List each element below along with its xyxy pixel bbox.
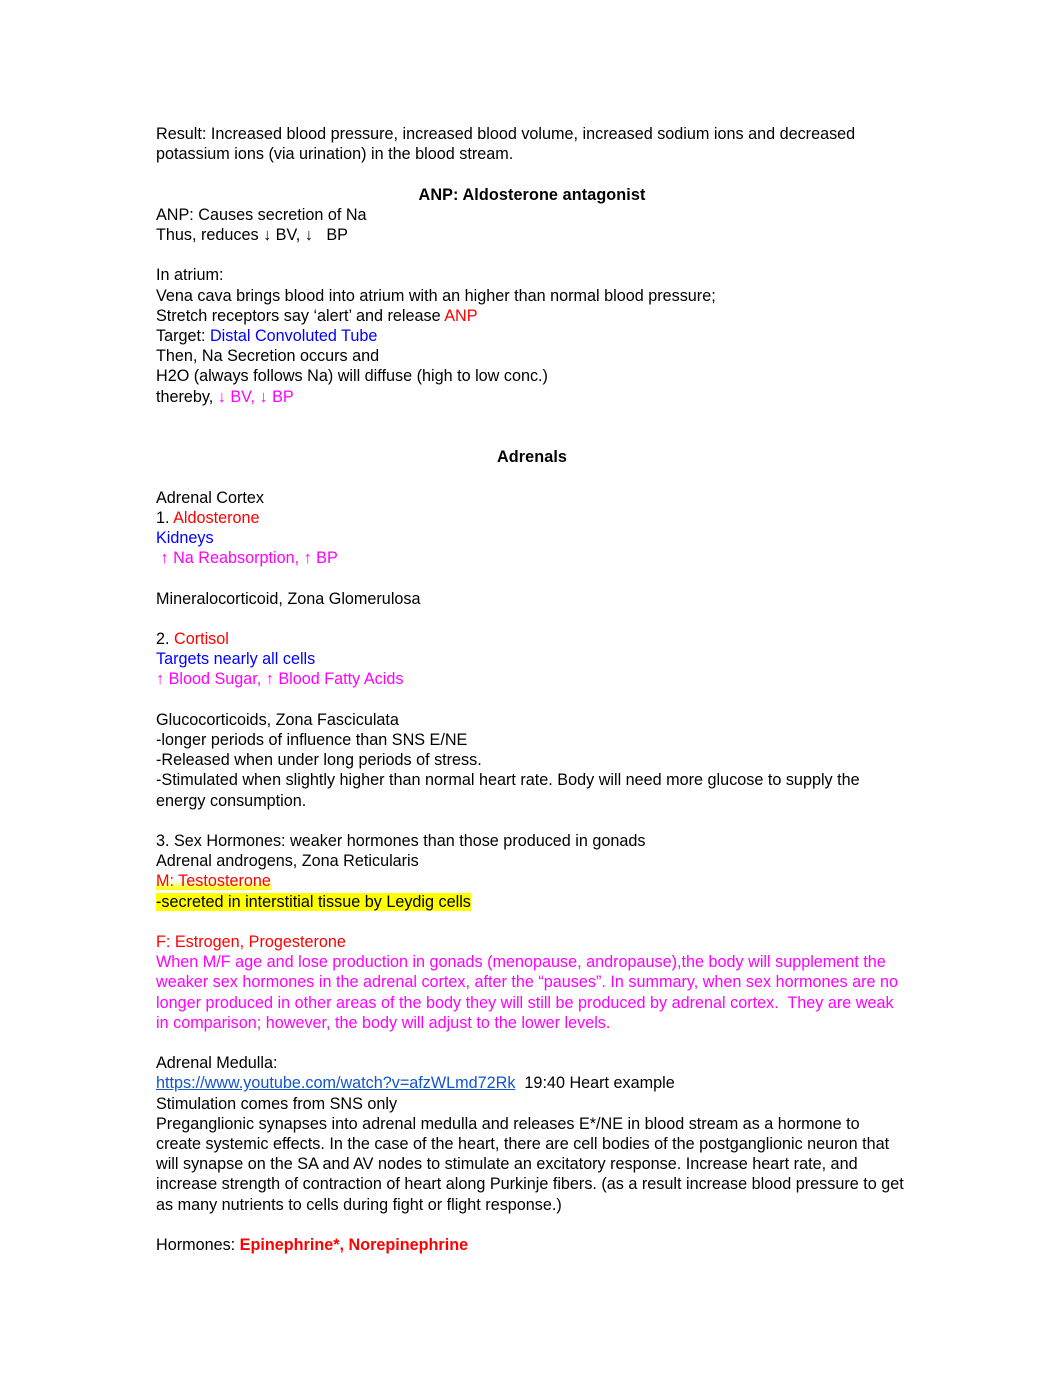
heading-anp-aldosterone-antagonist: ANP: Aldosterone antagonist xyxy=(418,185,646,204)
male-hormone-line: M: Testosterone xyxy=(156,871,908,891)
item-1-hormone: Aldosterone xyxy=(173,508,260,527)
item-2-target: Targets nearly all cells xyxy=(156,650,316,669)
adrenal-androgens-line: Adrenal androgens, Zona Reticularis xyxy=(156,852,419,871)
male-hormone-note: -secreted in interstitial tissue by Leyd… xyxy=(156,892,471,911)
hormones-value: Epinephrine*, Norepinephrine xyxy=(239,1235,469,1254)
thereby-label: thereby, xyxy=(156,387,218,406)
item-2-hormone: Cortisol xyxy=(174,629,229,648)
anp-keyword: ANP xyxy=(444,306,478,325)
glucocorticoids-bullet-2: -Released when under long periods of str… xyxy=(156,751,482,770)
female-hormones-paragraph: When M/F age and lose production in gona… xyxy=(156,953,903,1032)
result-paragraph: Result: Increased blood pressure, increa… xyxy=(156,125,860,164)
medulla-paragraph: Preganglionic synapses into adrenal medu… xyxy=(156,1114,909,1214)
target-label: Target: xyxy=(156,327,210,345)
anp-reduces-line: Thus, reduces ↓ BV, ↓ BP xyxy=(156,226,348,244)
stretch-receptors-line: Stretch receptors say ‘alert’ and releas… xyxy=(156,306,908,326)
video-link-line: https://www.youtube.com/watch?v=afzWLmd7… xyxy=(156,1073,908,1093)
item-2-effect: ↑ Blood Sugar, ↑ Blood Fatty Acids xyxy=(156,670,404,689)
item-2-number: 2. xyxy=(156,629,174,648)
item-1-effect: ↑ Na Reabsorption, ↑ BP xyxy=(156,549,338,568)
video-timestamp-note: 19:40 Heart example xyxy=(515,1074,675,1093)
na-secretion-line: Then, Na Secretion occurs and xyxy=(156,347,380,366)
female-hormones-line: F: Estrogen, Progesterone xyxy=(156,932,346,951)
youtube-video-link[interactable]: https://www.youtube.com/watch?v=afzWLmd7… xyxy=(156,1074,515,1092)
stretch-receptors-text: Stretch receptors say ‘alert’ and releas… xyxy=(156,306,445,325)
item-1-number: 1. xyxy=(156,508,174,527)
hormone-item-2: 2. Cortisol xyxy=(156,629,908,649)
hormones-label: Hormones: xyxy=(156,1235,240,1254)
hormone-item-1: 1. Aldosterone xyxy=(156,508,908,528)
h2o-diffusion-line: H2O (always follows Na) will diffuse (hi… xyxy=(156,367,548,386)
in-atrium-label: In atrium: xyxy=(156,266,224,285)
target-line: Target: Distal Convoluted Tube xyxy=(156,326,908,346)
male-hormone-note-line: -secreted in interstitial tissue by Leyd… xyxy=(156,892,908,912)
thereby-line: thereby, ↓ BV, ↓ BP xyxy=(156,387,908,407)
document-body: Result: Increased blood pressure, increa… xyxy=(156,124,908,1255)
vena-cava-line: Vena cava brings blood into atrium with … xyxy=(156,286,716,305)
mineralocorticoid-line: Mineralocorticoid, Zona Glomerulosa xyxy=(156,589,421,608)
adrenal-medulla-label: Adrenal Medulla: xyxy=(156,1054,278,1073)
glucocorticoids-line: Glucocorticoids, Zona Fasciculata xyxy=(156,710,399,729)
thereby-effect: ↓ BV, ↓ BP xyxy=(217,387,294,406)
glucocorticoids-bullet-1: -longer periods of influence than SNS E/… xyxy=(156,730,468,749)
item-1-target: Kidneys xyxy=(156,528,214,547)
hormones-summary-line: Hormones: Epinephrine*, Norepinephrine xyxy=(156,1235,908,1255)
hormone-item-3: 3. Sex Hormones: weaker hormones than th… xyxy=(156,831,646,850)
document-page: Result: Increased blood pressure, increa… xyxy=(0,0,1062,1376)
male-hormone-value: M: Testosterone xyxy=(156,872,271,891)
stimulation-line: Stimulation comes from SNS only xyxy=(156,1094,398,1113)
target-value: Distal Convoluted Tube xyxy=(209,327,378,345)
glucocorticoids-bullet-3: -Stimulated when slightly higher than no… xyxy=(156,771,865,810)
adrenal-cortex-label: Adrenal Cortex xyxy=(156,488,264,507)
heading-adrenals: Adrenals xyxy=(496,448,568,467)
anp-secretion-line: ANP: Causes secretion of Na xyxy=(156,205,367,224)
